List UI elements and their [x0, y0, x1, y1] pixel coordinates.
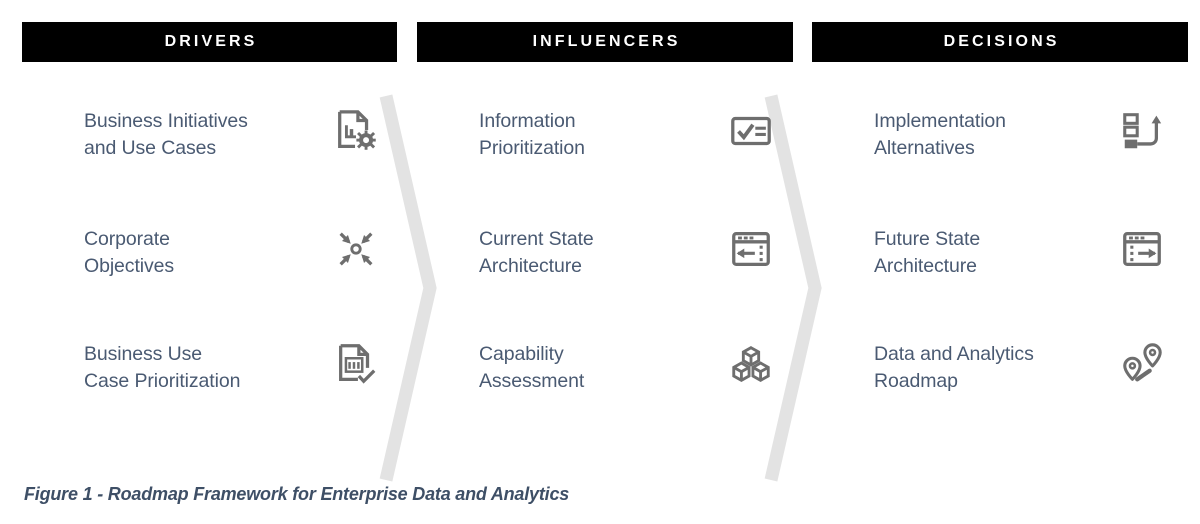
item-label: Business Use Case Prioritization: [84, 343, 241, 392]
column-header-influencers-label: INFLUENCERS: [532, 33, 681, 50]
column-influencers: Information Prioritization Current State…: [417, 92, 792, 484]
item-label: Corporate Objectives: [84, 228, 175, 277]
item-business-initiatives-and-use-cases: Business Initiatives and Use Cases: [22, 106, 397, 192]
column-header-drivers-label: DRIVERS: [164, 33, 258, 50]
item-label: Capability Assessment: [479, 343, 585, 392]
map-pins-route-icon: [1123, 343, 1162, 382]
item-label: Implementation Alternatives: [874, 110, 1006, 159]
column-drivers: Business Initiatives and Use Cases Corpo…: [22, 92, 397, 484]
options-return-arrow-icon: [1123, 113, 1162, 149]
item-implementation-alternatives: Implementation Alternatives: [812, 106, 1187, 192]
converge-target-icon: [339, 232, 373, 266]
item-business-use-case-prioritization: Business Use Case Prioritization: [22, 339, 397, 425]
column-header-decisions-label: DECISIONS: [943, 33, 1060, 50]
checklist-box-icon: [731, 116, 771, 146]
roadmap-framework-figure: DRIVERS INFLUENCERS DECISIONS Business I…: [0, 0, 1200, 524]
item-capability-assessment: Capability Assessment: [417, 339, 792, 425]
column-headers: DRIVERS INFLUENCERS DECISIONS: [0, 22, 1200, 62]
item-information-prioritization: Information Prioritization: [417, 106, 792, 192]
stacked-cubes-icon: [732, 346, 770, 382]
document-chart-check-icon: [339, 344, 376, 384]
item-corporate-objectives: Corporate Objectives: [22, 224, 397, 310]
item-label: Data and Analytics Roadmap: [874, 343, 1034, 392]
window-arrow-left-icon: [732, 232, 770, 266]
figure-caption: Figure 1 - Roadmap Framework for Enterpr…: [24, 484, 570, 504]
item-label: Current State Architecture: [479, 228, 594, 277]
item-data-and-analytics-roadmap: Data and Analytics Roadmap: [812, 339, 1187, 425]
window-arrow-right-icon: [1123, 232, 1161, 266]
column-header-influencers: INFLUENCERS: [417, 22, 793, 62]
column-header-decisions: DECISIONS: [812, 22, 1188, 62]
item-label: Business Initiatives and Use Cases: [84, 110, 248, 159]
item-future-state-architecture: Future State Architecture: [812, 224, 1187, 310]
column-header-drivers: DRIVERS: [22, 22, 397, 62]
item-label: Information Prioritization: [479, 110, 585, 159]
item-label: Future State Architecture: [874, 228, 981, 277]
item-current-state-architecture: Current State Architecture: [417, 224, 792, 310]
document-chart-gear-icon: [338, 110, 376, 150]
column-decisions: Implementation Alternatives Future State…: [812, 92, 1187, 484]
